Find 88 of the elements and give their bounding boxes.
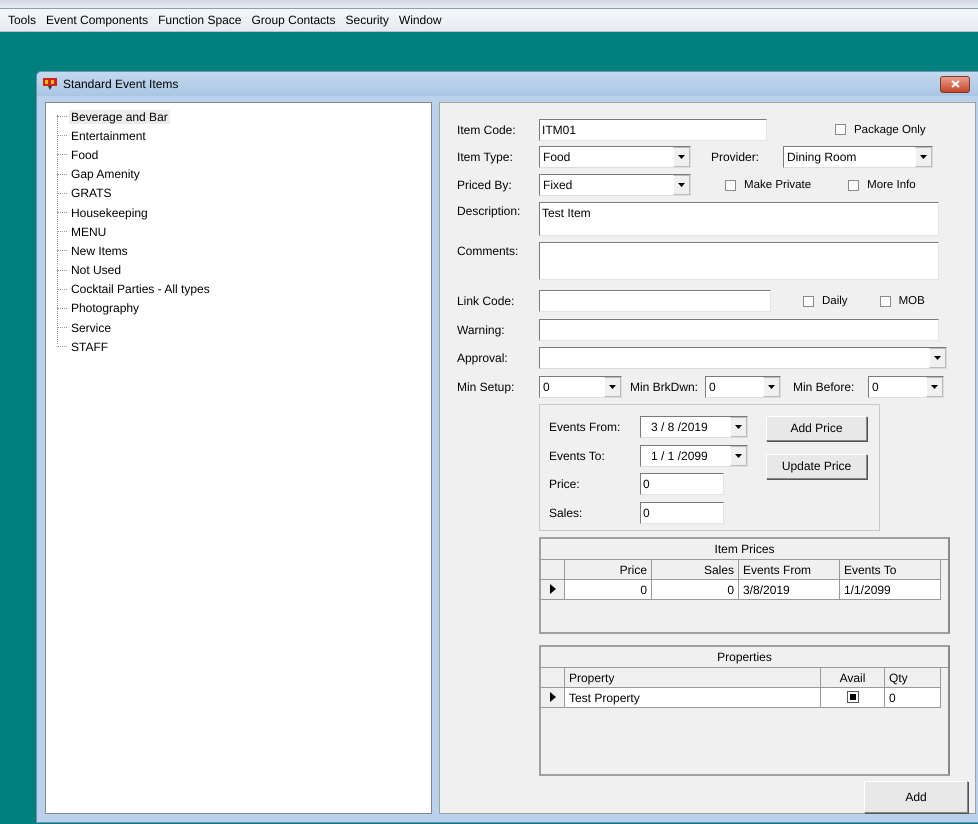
table-cell: 3/8/2019 <box>739 580 840 600</box>
tree-item[interactable]: MENU <box>69 224 108 239</box>
caret-icon <box>678 183 685 188</box>
field-label: Approval: <box>457 351 509 366</box>
window-title: Standard Event Items <box>63 77 180 91</box>
table-cell: 1/1/2099 <box>840 580 941 600</box>
checkbox[interactable] <box>880 296 891 307</box>
tree-item[interactable]: Food <box>69 148 100 162</box>
caret-icon <box>609 384 616 389</box>
field-label: Events To: <box>549 448 606 463</box>
checkbox[interactable] <box>848 180 860 191</box>
checkbox[interactable] <box>725 180 736 191</box>
field-label: Priced By: <box>457 178 513 192</box>
caret-icon <box>678 154 685 159</box>
add-button[interactable]: Add <box>864 780 968 813</box>
arrow-icon <box>550 584 556 594</box>
checkbox-label: Package Only <box>854 124 926 136</box>
tree-item[interactable]: Gap Amenity <box>69 167 142 182</box>
menu-bar-entry[interactable]: Window <box>396 13 450 27</box>
tree-item[interactable]: Entertainment <box>69 128 148 143</box>
warning-field[interactable] <box>539 318 939 341</box>
price-button[interactable]: Add Price <box>766 416 867 441</box>
min-setup-dropdown[interactable]: 0 <box>539 376 622 398</box>
checkbox[interactable] <box>846 691 858 704</box>
sales-field[interactable]: 0 <box>640 502 724 524</box>
checkbox-label: Make Private <box>744 179 812 192</box>
caret-icon <box>934 356 941 360</box>
checkbox-label: Daily <box>822 295 848 308</box>
caret-icon <box>735 425 742 430</box>
field-label: Link Code: <box>457 294 516 308</box>
field-label: Item Code: <box>457 122 517 137</box>
menu-bar-entry[interactable]: Security <box>344 13 397 27</box>
min-brkdwn-dropdown[interactable]: 0 <box>705 376 781 398</box>
tree-item[interactable]: Beverage and Bar <box>69 110 170 124</box>
link-code-field[interactable] <box>539 290 771 312</box>
field-label: Item Type: <box>457 150 514 164</box>
approval-dropdown[interactable] <box>539 347 947 370</box>
menu-bar-entry[interactable]: Event Components <box>44 13 156 27</box>
menu-bar-entry[interactable]: Function Space <box>156 13 250 27</box>
field-label: Sales: <box>549 506 584 520</box>
field-label: Min Before: <box>793 380 856 394</box>
table-cell: 0 <box>885 688 941 708</box>
date-picker[interactable]: 3 / 8 /2019 <box>640 416 748 438</box>
tree-item[interactable]: Cocktail Parties - All types <box>69 282 212 296</box>
caret-icon <box>931 384 938 389</box>
tree-item[interactable]: Photography <box>69 301 142 316</box>
field-label: Min Setup: <box>457 380 516 394</box>
caret-icon <box>768 384 775 389</box>
comments-field[interactable] <box>539 242 939 280</box>
price-button[interactable]: Update Price <box>766 454 867 479</box>
checkbox[interactable] <box>803 296 814 307</box>
app-icon <box>43 78 57 90</box>
close-button[interactable] <box>940 76 970 92</box>
grid-title: Item Prices <box>541 538 948 560</box>
tree-item[interactable]: Not Used <box>69 263 124 278</box>
min-before-dropdown[interactable]: 0 <box>868 376 944 398</box>
field-label: Price: <box>549 477 581 492</box>
tree-item[interactable]: New Items <box>69 244 130 258</box>
grid-title: Properties <box>541 646 948 668</box>
tree-item[interactable]: STAFF <box>69 340 110 354</box>
menu-bar-entry[interactable]: Group Contacts <box>249 13 344 27</box>
tree-item[interactable]: Housekeeping <box>69 206 150 220</box>
checkbox-label: MOB <box>898 295 925 308</box>
caret-icon <box>920 154 927 159</box>
table-cell: Test Property <box>565 688 821 708</box>
arrow-icon <box>550 692 556 702</box>
field-label: Min BrkDwn: <box>630 380 700 394</box>
description-field[interactable]: Test Item <box>539 202 939 236</box>
price-field[interactable]: 0 <box>640 473 724 496</box>
table-cell: 0 <box>652 580 739 600</box>
field-label: Warning: <box>457 322 506 337</box>
field-label: Events From: <box>549 420 622 434</box>
caret-icon <box>735 454 742 458</box>
table-cell: 0 <box>565 580 652 600</box>
tree-item[interactable]: Service <box>69 320 114 335</box>
date-picker[interactable]: 1 / 1 /2099 <box>640 444 748 467</box>
checkbox-label: More Info <box>867 179 916 192</box>
provider-dropdown[interactable]: Dining Room <box>783 146 933 168</box>
field-label: Comments: <box>457 242 520 258</box>
item-type-dropdown[interactable]: Food <box>539 146 691 168</box>
menu-bar-entry[interactable]: Tools <box>6 13 44 27</box>
checkbox[interactable] <box>835 124 846 136</box>
field-label: Provider: <box>711 150 760 164</box>
close-icon <box>950 80 960 88</box>
item-code-field[interactable]: ITM01 <box>539 118 767 141</box>
tree-item[interactable]: GRATS <box>69 186 114 200</box>
priced-by-dropdown[interactable]: Fixed <box>539 174 691 196</box>
field-label: Description: <box>457 202 522 218</box>
